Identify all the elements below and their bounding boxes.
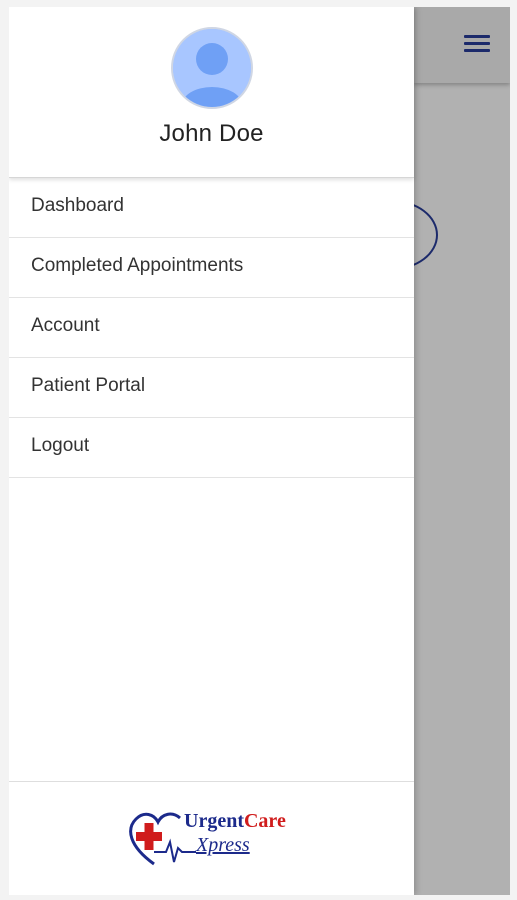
menu-item-logout[interactable]: Logout: [9, 418, 414, 478]
logo-xpress: Xpress: [196, 834, 250, 856]
menu-item-account[interactable]: Account: [9, 298, 414, 358]
menu-item-patient-portal[interactable]: Patient Portal: [9, 358, 414, 418]
user-name: John Doe: [159, 120, 264, 147]
drawer-footer: UrgentCare Xpress: [9, 781, 414, 895]
app-frame: John Doe Dashboard Completed Appointment…: [9, 7, 510, 895]
app-header: [414, 7, 510, 83]
hamburger-icon[interactable]: [464, 35, 490, 53]
logo-wordmark: UrgentCare: [184, 810, 286, 832]
menu-item-dashboard[interactable]: Dashboard: [9, 178, 414, 238]
navigation-drawer: John Doe Dashboard Completed Appointment…: [9, 7, 414, 895]
user-avatar-icon: [171, 27, 253, 109]
drawer-menu: Dashboard Completed Appointments Account…: [9, 178, 414, 478]
menu-item-completed-appointments[interactable]: Completed Appointments: [9, 238, 414, 298]
profile-header: John Doe: [9, 7, 414, 178]
urgentcare-xpress-logo: UrgentCare Xpress: [124, 804, 304, 874]
